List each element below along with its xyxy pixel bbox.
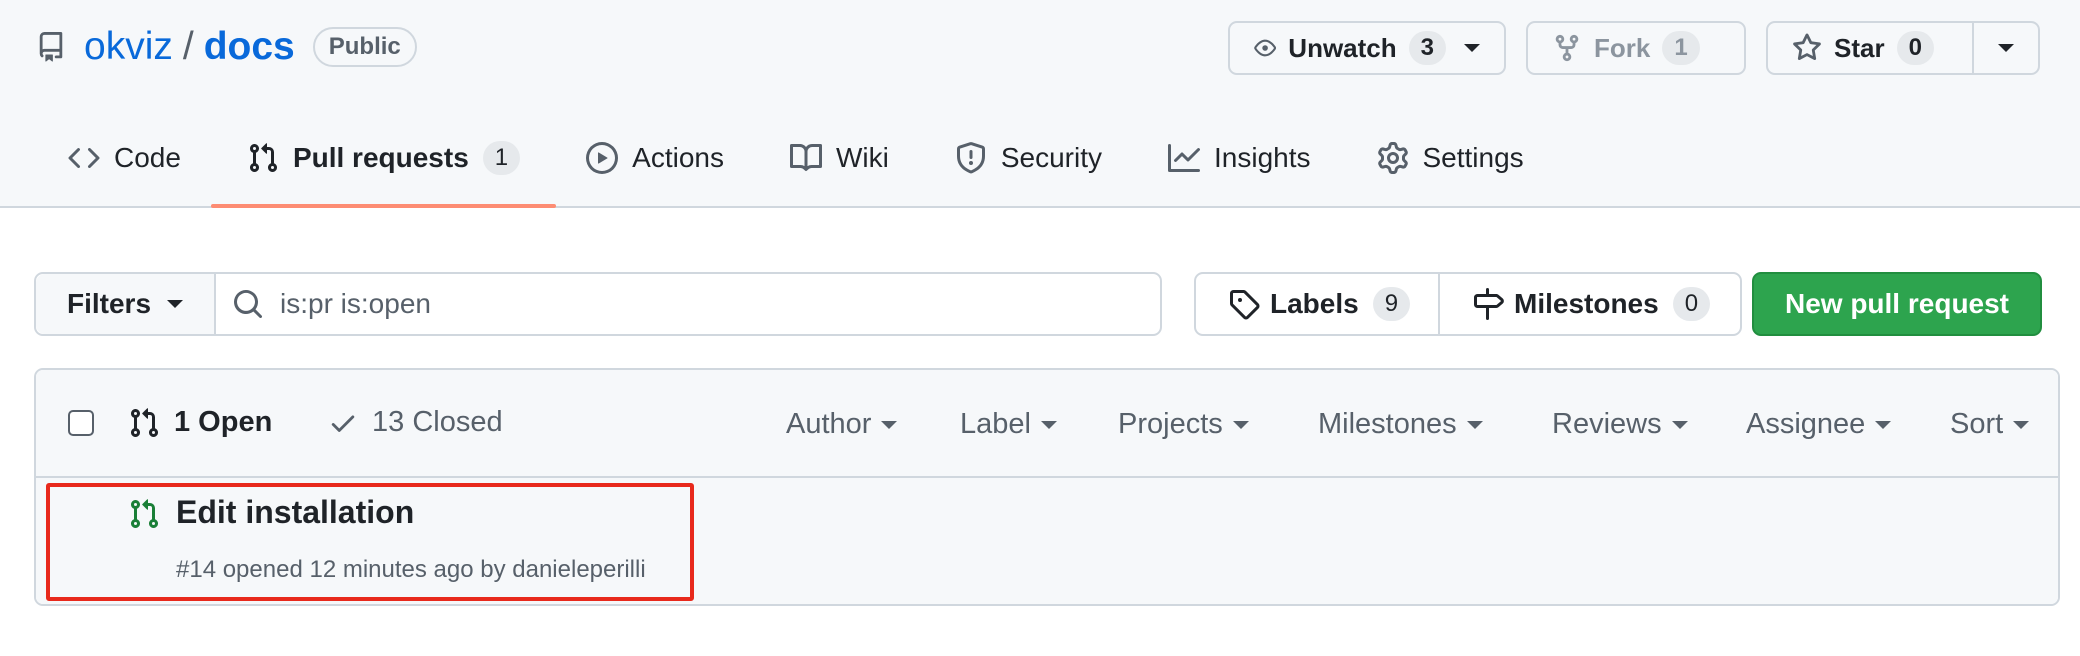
graph-icon [1168, 144, 1200, 172]
list-item: Edit installation #14 opened 12 minutes … [36, 478, 2058, 604]
sort-filter-label: Sort [1950, 408, 2004, 440]
chevron-down-icon [881, 420, 898, 429]
fork-icon [1555, 34, 1579, 62]
shield-icon [956, 142, 985, 174]
milestones-button[interactable]: Milestones 0 [1440, 274, 1740, 334]
repo-title: okviz / docs Public [36, 20, 417, 74]
milestone-icon [1474, 288, 1504, 320]
chevron-down-icon [1998, 44, 2014, 52]
gear-icon [1377, 142, 1408, 174]
labels-label: Labels [1270, 288, 1359, 319]
repo-name-link[interactable]: docs [204, 25, 295, 69]
star-label: Star [1834, 32, 1885, 63]
filters-button[interactable]: Filters [36, 274, 216, 334]
eye-icon [1254, 39, 1277, 57]
repo-nav: Code Pull requests 1 Actions Wiki Securi… [64, 128, 1586, 208]
repo-icon [39, 32, 63, 62]
tab-actions[interactable]: Actions [582, 128, 728, 188]
tab-pull-requests[interactable]: Pull requests 1 [210, 128, 557, 208]
tab-wiki[interactable]: Wiki [786, 128, 893, 188]
milestones-count: 0 [1672, 287, 1711, 321]
check-icon [331, 415, 355, 432]
closed-count-label: 13 Closed [372, 406, 503, 438]
tab-security-label: Security [1000, 142, 1102, 173]
select-all-checkbox[interactable] [68, 410, 94, 436]
chevron-down-icon [1464, 44, 1480, 52]
sort-filter[interactable]: Sort [1950, 408, 2030, 441]
label-filter[interactable]: Label [960, 408, 1057, 441]
search-input[interactable] [280, 288, 1080, 320]
chevron-down-icon [1466, 420, 1483, 429]
repo-header: okviz / docs Public Unwatch 3 Fork 1 Sta… [0, 0, 2080, 208]
book-icon [789, 143, 822, 171]
star-button[interactable]: Star 0 [1766, 21, 1974, 75]
list-header: 1 Open 13 Closed Author Label Projects M… [36, 370, 2058, 478]
watchers-count: 3 [1408, 31, 1446, 65]
milestones-label: Milestones [1514, 288, 1659, 319]
star-group: Star 0 [1766, 21, 2040, 75]
repo-actions: Unwatch 3 Fork 1 Star 0 [1228, 21, 2040, 75]
git-pull-request-icon [130, 407, 159, 437]
labels-milestones-group: Labels 9 Milestones 0 [1194, 272, 1742, 336]
search-field[interactable] [216, 274, 1160, 334]
author-filter-label: Author [786, 408, 872, 440]
assignee-filter[interactable]: Assignee [1746, 408, 1892, 441]
open-filter-link[interactable]: 1 Open [128, 406, 272, 439]
unwatch-button[interactable]: Unwatch 3 [1228, 21, 1506, 75]
tab-settings[interactable]: Settings [1373, 128, 1528, 188]
unwatch-label: Unwatch [1288, 32, 1397, 63]
projects-filter-label: Projects [1118, 408, 1223, 440]
star-count: 0 [1896, 31, 1934, 65]
pull-requests-count: 1 [482, 141, 521, 175]
fork-button[interactable]: Fork 1 [1526, 21, 1746, 75]
filters-search-group: Filters [34, 272, 1162, 336]
subnav: Filters Labels 9 Milestones 0 New pull r… [34, 272, 2060, 336]
reviews-filter-label: Reviews [1552, 408, 1662, 440]
assignee-filter-label: Assignee [1746, 408, 1866, 440]
milestones-filter-label: Milestones [1318, 408, 1457, 440]
pull-request-list: 1 Open 13 Closed Author Label Projects M… [34, 368, 2060, 606]
tab-code[interactable]: Code [64, 128, 185, 188]
chevron-down-icon [1040, 420, 1057, 429]
tag-icon [1230, 290, 1260, 320]
tab-insights[interactable]: Insights [1164, 128, 1315, 188]
label-filter-label: Label [960, 408, 1031, 440]
play-icon [586, 142, 619, 174]
visibility-badge: Public [312, 27, 417, 67]
tab-wiki-label: Wiki [835, 142, 889, 173]
search-icon [234, 290, 263, 319]
tab-pull-requests-label: Pull requests [292, 142, 469, 173]
closed-filter-link[interactable]: 13 Closed [296, 406, 503, 439]
tab-insights-label: Insights [1214, 142, 1311, 173]
chevron-down-icon [1875, 420, 1892, 429]
git-pull-request-open-icon [130, 499, 159, 529]
reviews-filter[interactable]: Reviews [1552, 408, 1688, 441]
chevron-down-icon [2013, 420, 2030, 429]
tab-actions-label: Actions [632, 142, 724, 173]
repo-owner-link[interactable]: okviz [84, 25, 173, 69]
labels-button[interactable]: Labels 9 [1196, 274, 1440, 334]
star-dropdown-button[interactable] [1974, 21, 2040, 75]
star-icon [1793, 33, 1821, 61]
repo-separator: / [182, 25, 194, 68]
chevron-down-icon [167, 300, 184, 308]
pr-title-link[interactable]: Edit installation [176, 494, 414, 531]
milestones-filter[interactable]: Milestones [1318, 408, 1483, 441]
fork-label: Fork [1594, 32, 1651, 63]
code-icon [68, 147, 100, 169]
projects-filter[interactable]: Projects [1118, 408, 1249, 441]
chevron-down-icon [1232, 420, 1249, 429]
chevron-down-icon [1671, 420, 1688, 429]
fork-count: 1 [1662, 31, 1700, 65]
filters-label: Filters [66, 288, 152, 319]
new-pull-request-button[interactable]: New pull request [1752, 272, 2042, 336]
author-filter[interactable]: Author [786, 408, 898, 441]
open-count-label: 1 Open [174, 406, 273, 438]
tab-settings-label: Settings [1422, 142, 1524, 173]
git-pull-request-icon [249, 143, 277, 173]
pr-meta: #14 opened 12 minutes ago by danieleperi… [176, 556, 646, 583]
tab-security[interactable]: Security [951, 128, 1106, 188]
tab-code-label: Code [114, 142, 181, 173]
labels-count: 9 [1372, 287, 1411, 321]
